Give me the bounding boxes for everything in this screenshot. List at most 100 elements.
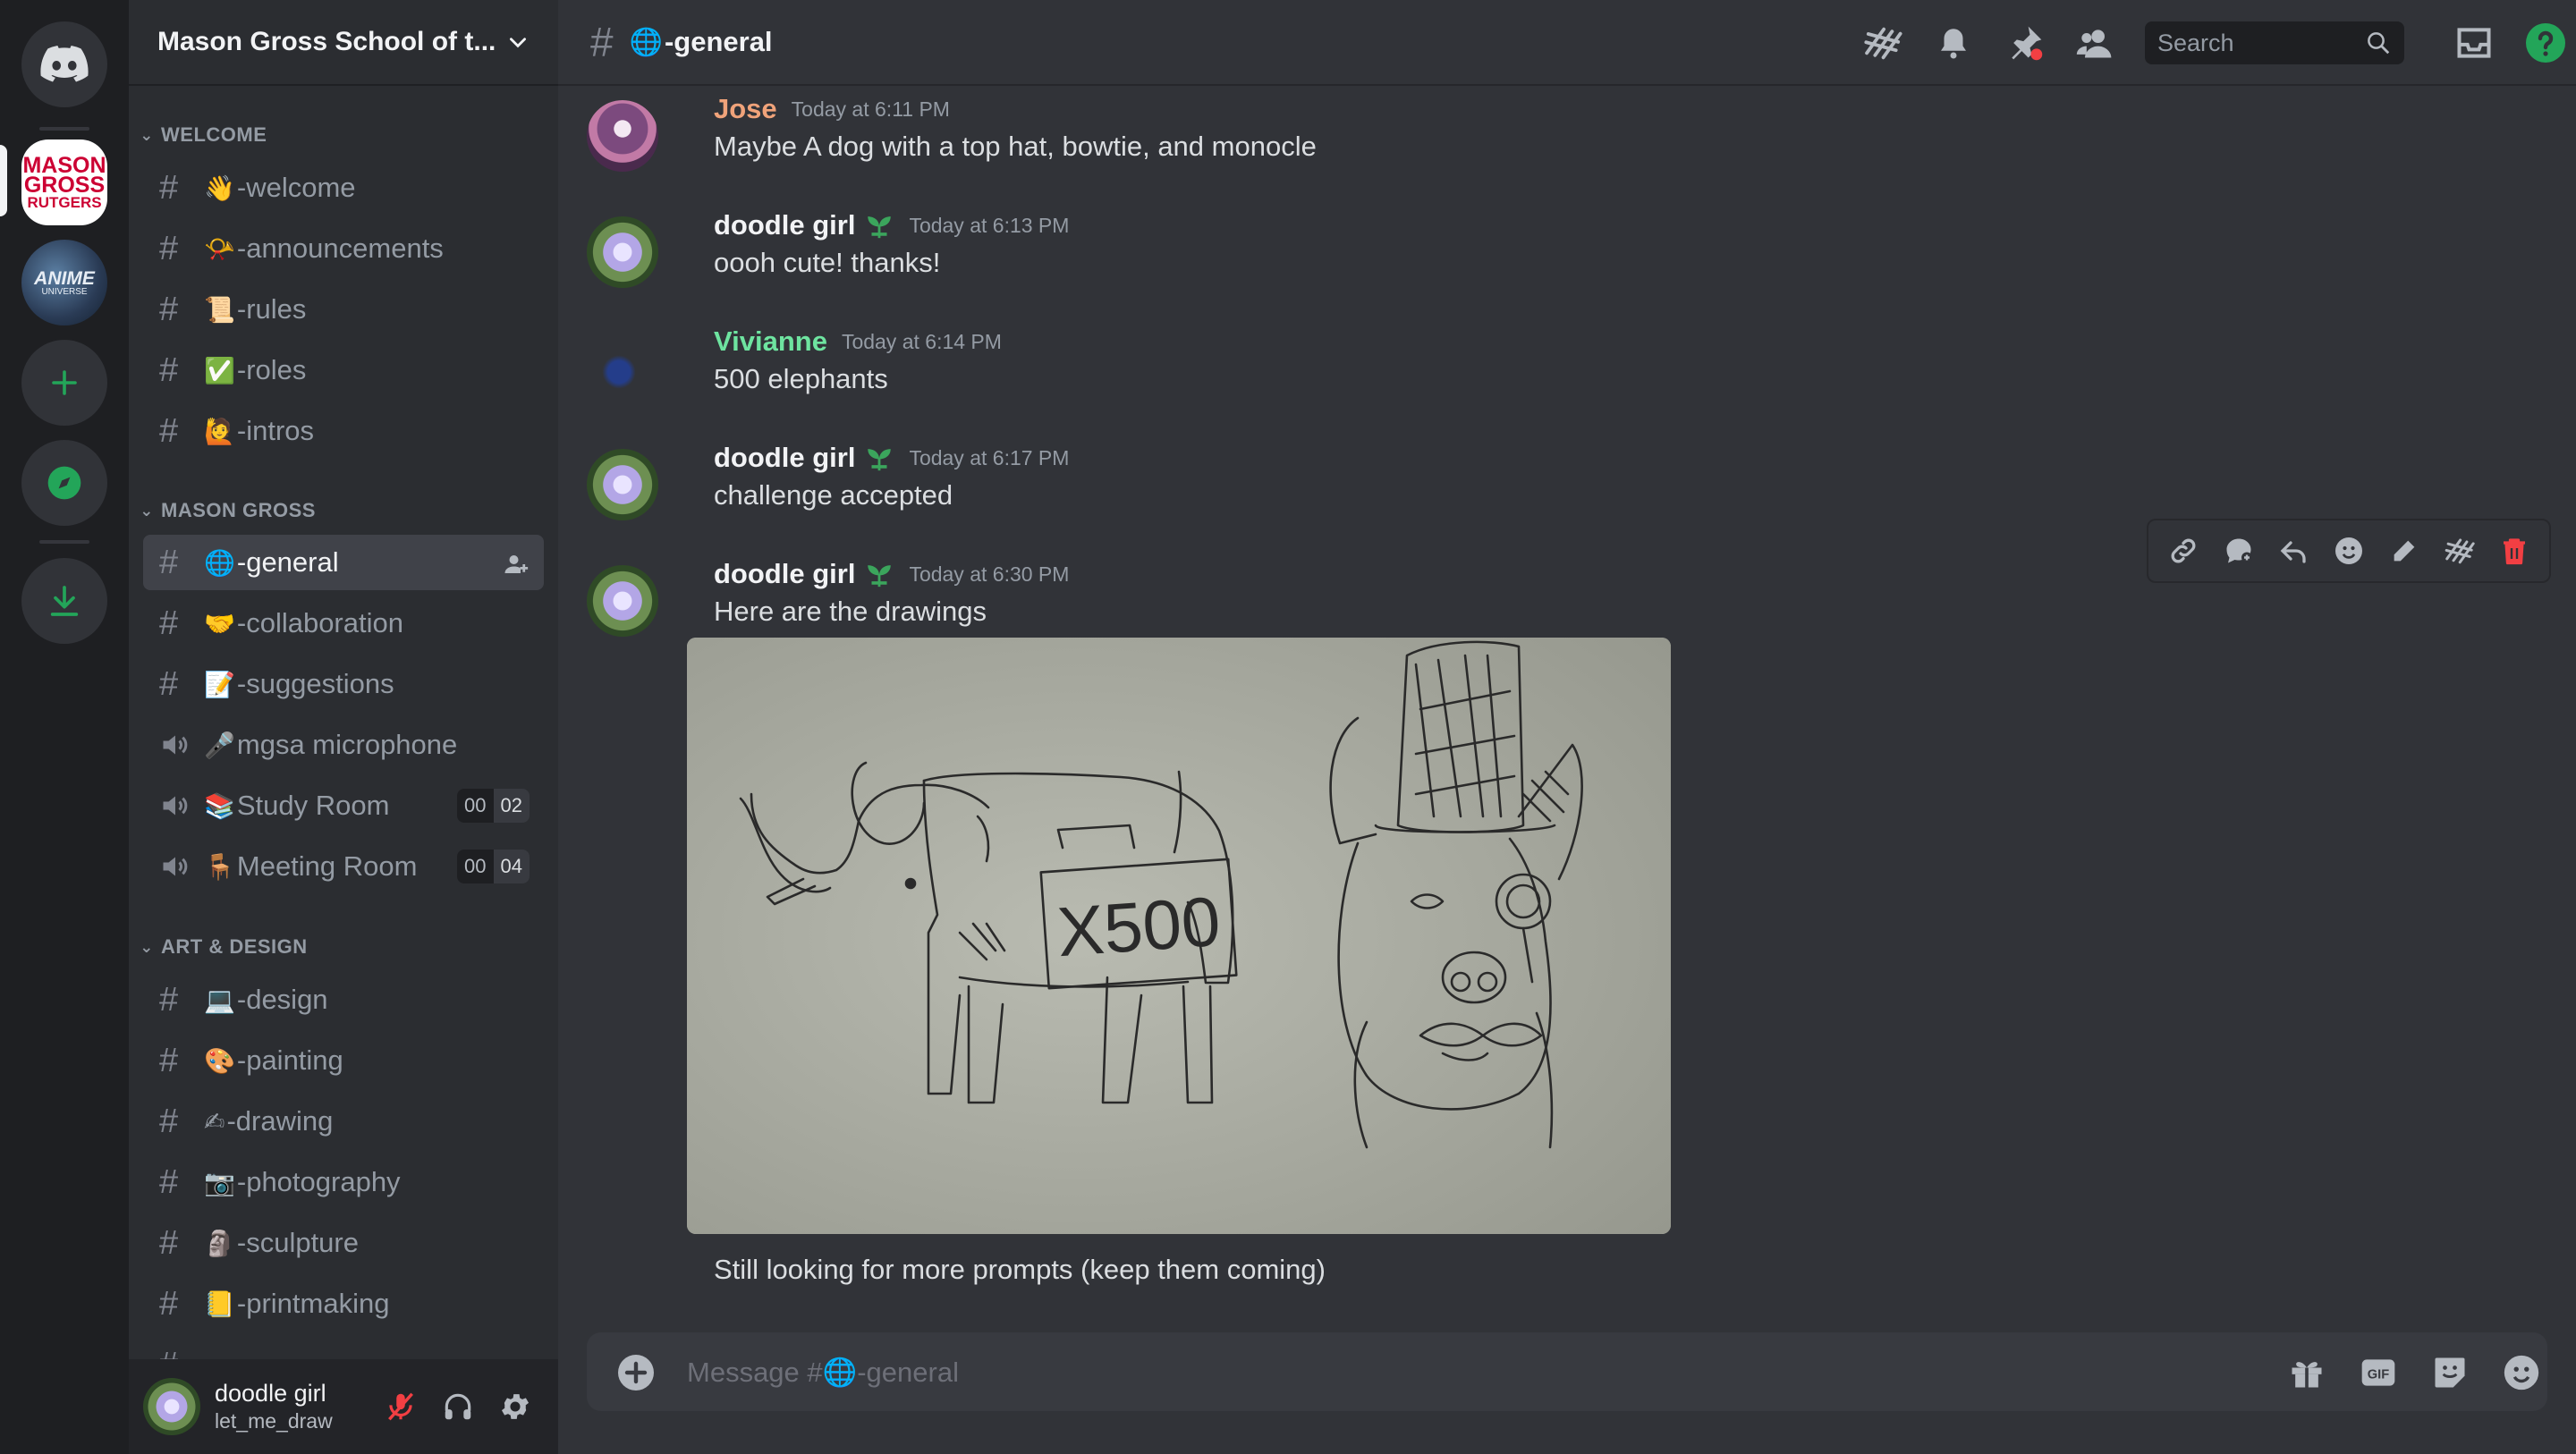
avatar[interactable] bbox=[587, 449, 658, 520]
gif-icon[interactable]: GIF bbox=[2354, 1348, 2402, 1397]
image-attachment[interactable]: X500 bbox=[687, 638, 1671, 1234]
channel-photography[interactable]: # 📷 -photography bbox=[143, 1154, 544, 1210]
copy-link-icon[interactable] bbox=[2161, 528, 2206, 573]
hash-icon: # bbox=[159, 1102, 179, 1140]
plant-badge-icon bbox=[868, 565, 892, 588]
avatar[interactable] bbox=[587, 333, 658, 404]
gift-icon[interactable] bbox=[2283, 1348, 2331, 1397]
message-input[interactable]: Message #🌐-general bbox=[687, 1356, 959, 1389]
headphones-icon[interactable] bbox=[429, 1378, 487, 1435]
avatar[interactable] bbox=[587, 565, 658, 637]
search-icon bbox=[2368, 32, 2390, 55]
voice-channel-mgsa-microphone[interactable]: 🎤 mgsa microphone bbox=[143, 717, 544, 773]
add-member-icon[interactable] bbox=[503, 551, 530, 578]
channel-roles[interactable]: # ✅ -roles bbox=[143, 342, 544, 398]
mark-unread-icon[interactable] bbox=[2216, 528, 2261, 573]
message-author[interactable]: doodle girl bbox=[714, 442, 855, 474]
category-art-design[interactable]: ⌄ ART & DESIGN bbox=[129, 929, 558, 965]
message-text: 500 elephants bbox=[714, 363, 888, 394]
voice-user-count: 00 04 bbox=[457, 850, 530, 883]
edit-icon[interactable] bbox=[2382, 528, 2427, 573]
emoji-icon[interactable] bbox=[2497, 1348, 2546, 1397]
channel-emoji: ✍ bbox=[204, 1107, 225, 1136]
category-mason-gross[interactable]: ⌄ MASON GROSS bbox=[129, 493, 558, 528]
channel-design[interactable]: # 💻 -design bbox=[143, 972, 544, 1027]
channel-label: -welcome bbox=[236, 172, 356, 203]
message-author[interactable]: Vivianne bbox=[714, 325, 827, 358]
user-info[interactable]: doodle girl let_me_draw bbox=[215, 1380, 372, 1433]
channel-emoji: ✅ bbox=[204, 356, 235, 385]
server-mason-gross[interactable]: MASON GROSS RUTGERS bbox=[21, 139, 107, 225]
inbox-icon[interactable] bbox=[2453, 21, 2496, 64]
member-list-icon[interactable] bbox=[2073, 21, 2116, 64]
channel-intros[interactable]: # 🙋 -intros bbox=[143, 403, 544, 459]
category-welcome[interactable]: ⌄ WELCOME bbox=[129, 117, 558, 153]
channel-sculpture[interactable]: # 🗿 -sculpture bbox=[143, 1215, 544, 1271]
channel-painting[interactable]: # 🎨 -painting bbox=[143, 1033, 544, 1088]
message-timestamp: Today at 6:14 PM bbox=[841, 329, 1002, 353]
help-icon[interactable] bbox=[2524, 21, 2567, 64]
channel-collaboration[interactable]: # 🤝 -collaboration bbox=[143, 596, 544, 651]
channel-title: -general bbox=[664, 26, 773, 57]
server-anime-universe[interactable]: ANIME UNIVERSE bbox=[21, 240, 107, 325]
explore-icon[interactable] bbox=[21, 440, 107, 526]
message-timestamp: Today at 6:30 PM bbox=[909, 562, 1070, 586]
channel-emoji: 📒 bbox=[204, 1289, 235, 1318]
channel-announcements[interactable]: # 📯 -announcements bbox=[143, 221, 544, 276]
server-logo-text: ANIME bbox=[34, 267, 95, 289]
hash-icon: # bbox=[159, 1041, 179, 1079]
channel-printmaking[interactable]: # 📒 -printmaking bbox=[143, 1276, 544, 1331]
channel-emoji: 🤝 bbox=[204, 609, 235, 638]
channel-general[interactable]: # 🌐 -general bbox=[143, 535, 544, 590]
channel-label: -intros bbox=[236, 415, 315, 446]
upload-icon[interactable] bbox=[612, 1348, 660, 1397]
user-display-name: doodle girl bbox=[215, 1380, 326, 1407]
create-thread-icon[interactable] bbox=[2436, 528, 2481, 573]
reply-icon[interactable] bbox=[2271, 528, 2316, 573]
message-text: oooh cute! thanks! bbox=[714, 247, 941, 278]
plant-badge-icon bbox=[868, 449, 892, 471]
channel-emoji: 🌐 bbox=[204, 548, 235, 577]
channel-welcome[interactable]: # 👋 -welcome bbox=[143, 160, 544, 216]
speaker-icon bbox=[159, 790, 204, 822]
channel-emoji: 👋 bbox=[204, 173, 235, 202]
channel-emoji: 📜 bbox=[204, 295, 235, 324]
channel-label: -rules bbox=[236, 293, 307, 325]
channel-drawing[interactable]: # ✍ -drawing bbox=[143, 1094, 544, 1149]
avatar[interactable] bbox=[587, 100, 658, 172]
gear-icon[interactable] bbox=[487, 1378, 544, 1435]
channel-emoji: 📚 bbox=[204, 791, 235, 820]
message-composer[interactable]: Message #🌐-general GIF bbox=[587, 1332, 2547, 1411]
search-input[interactable]: Search bbox=[2145, 21, 2404, 64]
download-icon[interactable] bbox=[21, 558, 107, 644]
sticker-icon[interactable] bbox=[2426, 1348, 2474, 1397]
guild-header[interactable]: Mason Gross School of t... bbox=[129, 0, 558, 86]
message-text: Still looking for more prompts (keep the… bbox=[714, 1254, 1326, 1285]
discord-home-icon[interactable] bbox=[21, 21, 107, 107]
message-timestamp: Today at 6:13 PM bbox=[909, 213, 1070, 237]
message-author[interactable]: doodle girl bbox=[714, 558, 855, 590]
channel-suggestions[interactable]: # 📝 -suggestions bbox=[143, 656, 544, 712]
server-rail: MASON GROSS RUTGERS ANIME UNIVERSE bbox=[0, 0, 129, 1454]
add-server-icon[interactable] bbox=[21, 340, 107, 426]
message-author[interactable]: Jose bbox=[714, 93, 777, 125]
threads-icon[interactable] bbox=[1860, 21, 1903, 64]
channel-emoji: 🪑 bbox=[204, 852, 235, 881]
channel-emoji: 🗿 bbox=[204, 1229, 235, 1257]
channel-label: -collaboration bbox=[236, 607, 403, 638]
voice-user-count: 00 02 bbox=[457, 789, 530, 823]
channel-sidebar: Mason Gross School of t... ⌄ WELCOME # 👋 -w… bbox=[129, 0, 558, 1454]
mute-microphone-icon[interactable] bbox=[372, 1378, 429, 1435]
add-reaction-icon[interactable] bbox=[2326, 528, 2371, 573]
message-author[interactable]: doodle girl bbox=[714, 209, 855, 241]
voice-channel-meeting-room[interactable]: 🪑 Meeting Room 00 04 bbox=[143, 839, 544, 894]
voice-channel-study-room[interactable]: 📚 Study Room 00 02 bbox=[143, 778, 544, 833]
avatar[interactable] bbox=[143, 1378, 200, 1435]
hash-icon: # bbox=[159, 351, 179, 389]
avatar[interactable] bbox=[587, 216, 658, 288]
channel-label: -sculpture bbox=[236, 1227, 359, 1258]
channel-rules[interactable]: # 📜 -rules bbox=[143, 282, 544, 337]
delete-icon[interactable] bbox=[2492, 528, 2537, 573]
pin-icon[interactable] bbox=[2004, 21, 2046, 64]
bell-icon[interactable] bbox=[1932, 21, 1975, 64]
